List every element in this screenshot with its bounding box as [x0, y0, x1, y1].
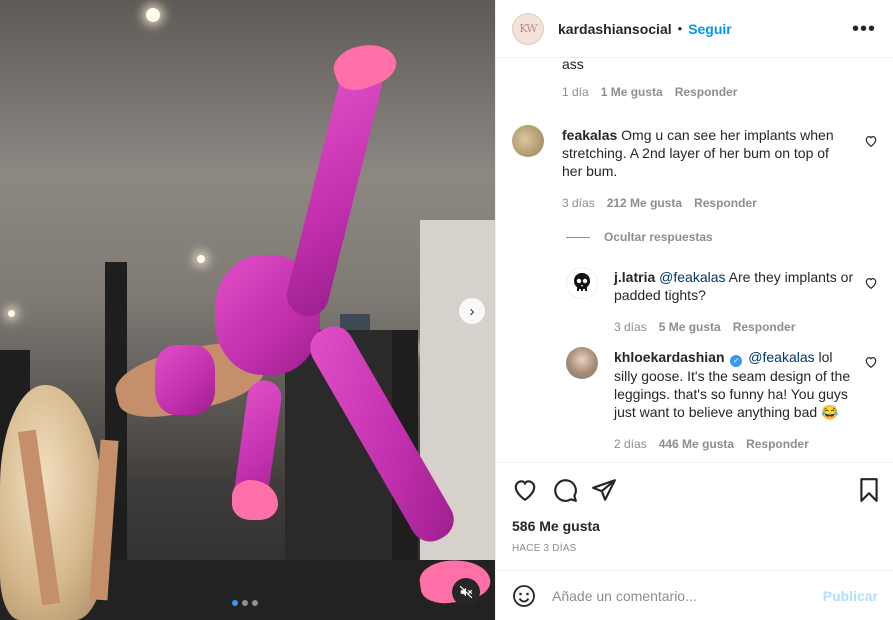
reply-mention[interactable]: @feakalas: [748, 349, 814, 365]
ceiling-light: [197, 255, 205, 263]
hide-replies-label: Ocultar respuestas: [604, 230, 713, 244]
publish-button[interactable]: Publicar: [823, 588, 878, 604]
post-actions: 586 Me gusta HACE 3 DÍAS: [496, 462, 893, 570]
share-send-icon[interactable]: [591, 477, 617, 503]
ceiling: [0, 0, 495, 170]
reply-body: khloekardashian ✓ @feakalas lol silly go…: [614, 348, 854, 421]
reply-likes[interactable]: 5 Me gusta: [659, 320, 721, 334]
comment-likes[interactable]: 1 Me gusta: [601, 85, 663, 99]
reply-button[interactable]: Responder: [675, 85, 738, 99]
commenter-avatar[interactable]: [512, 125, 544, 157]
comment-meta: 3 días 212 Me gusta Responder: [562, 196, 842, 210]
comment-body: feakalas Omg u can see her implants when…: [562, 126, 842, 180]
heart-icon[interactable]: [864, 276, 878, 290]
carousel-dot: [242, 600, 248, 606]
add-comment-bar: Publicar: [496, 570, 893, 620]
commenter-avatar[interactable]: [566, 267, 598, 299]
comment-time: 3 días: [562, 196, 595, 210]
skull-icon: [574, 273, 590, 291]
comment-input[interactable]: [552, 587, 823, 604]
reply-body: j.latria @feakalas Are they implants or …: [614, 268, 854, 304]
comment-item: feakalas Omg u can see her implants when…: [562, 126, 842, 210]
reply-meta: 2 días 446 Me gusta Responder: [614, 437, 854, 451]
commenter-avatar[interactable]: [566, 347, 598, 379]
comment-bubble-icon[interactable]: [552, 477, 578, 503]
hide-replies-toggle[interactable]: Ocultar respuestas: [566, 230, 713, 244]
comment-meta: 1 día 1 Me gusta Responder: [562, 85, 862, 99]
reply-time: 3 días: [614, 320, 647, 334]
carousel-indicator: [232, 600, 258, 606]
reply-button[interactable]: Responder: [746, 437, 809, 451]
divider-line: [566, 236, 590, 238]
chevron-right-icon: ›: [469, 302, 475, 320]
account-username[interactable]: kardashiansocial: [558, 21, 672, 37]
reply-button[interactable]: Responder: [733, 320, 796, 334]
sneaker: [232, 480, 278, 520]
post-like-count[interactable]: 586 Me gusta: [512, 518, 600, 534]
separator-dot: •: [677, 21, 683, 36]
follow-button[interactable]: Seguir: [688, 21, 732, 37]
heart-icon[interactable]: [864, 134, 878, 148]
ceiling-light: [146, 8, 160, 22]
emoji-icon[interactable]: [512, 584, 536, 608]
like-heart-icon[interactable]: [512, 477, 538, 503]
more-options-icon[interactable]: •••: [852, 18, 876, 41]
comment-username[interactable]: feakalas: [562, 127, 617, 143]
reply-username[interactable]: khloekardashian: [614, 349, 725, 365]
reply-item: j.latria @feakalas Are they implants or …: [614, 268, 854, 334]
reply-username[interactable]: j.latria: [614, 269, 655, 285]
mute-button[interactable]: [452, 578, 480, 606]
verified-badge-icon: ✓: [730, 355, 743, 367]
reply-item: khloekardashian ✓ @feakalas lol silly go…: [614, 348, 854, 451]
carousel-dot: [232, 600, 238, 606]
reply-time: 2 días: [614, 437, 647, 451]
ceiling-light: [8, 310, 15, 317]
carousel-dot: [252, 600, 258, 606]
sports-bra: [155, 345, 215, 415]
gym-screen: [340, 314, 370, 330]
heart-icon[interactable]: [864, 355, 878, 369]
muted-speaker-icon: [459, 585, 473, 599]
reply-button[interactable]: Responder: [694, 196, 757, 210]
post-side-panel: KW kardashiansocial • Seguir ••• ass 1 d…: [495, 0, 893, 620]
comment-text: ass: [562, 58, 584, 72]
post-header: KW kardashiansocial • Seguir •••: [496, 0, 893, 58]
post-media[interactable]: ›: [0, 0, 495, 620]
reply-likes[interactable]: 446 Me gusta: [659, 437, 734, 451]
account-avatar[interactable]: KW: [512, 12, 544, 45]
reply-meta: 3 días 5 Me gusta Responder: [614, 320, 854, 334]
comments-list[interactable]: ass 1 día 1 Me gusta Responder feakalas …: [496, 58, 893, 462]
comment-likes[interactable]: 212 Me gusta: [607, 196, 682, 210]
comment-item: ass 1 día 1 Me gusta Responder: [562, 58, 862, 99]
post-timestamp: HACE 3 DÍAS: [512, 543, 577, 554]
carousel-next-button[interactable]: ›: [459, 298, 485, 324]
save-bookmark-icon[interactable]: [856, 477, 882, 503]
avatar-monogram: KW: [519, 22, 537, 35]
comment-time: 1 día: [562, 85, 589, 99]
reply-mention[interactable]: @feakalas: [659, 269, 725, 285]
